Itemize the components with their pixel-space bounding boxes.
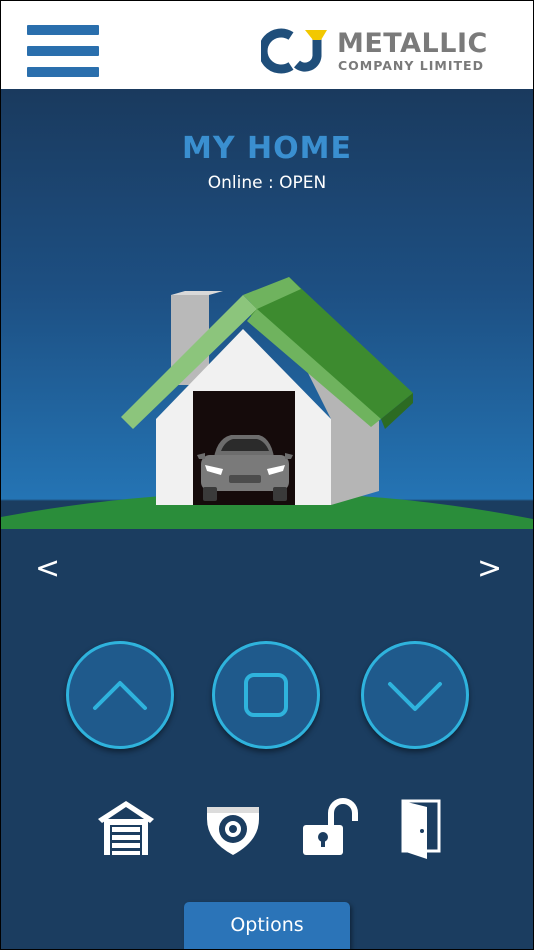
camera-tool-button[interactable] bbox=[203, 797, 263, 859]
home-status: Online : OPEN bbox=[207, 173, 327, 193]
logo-monogram-icon bbox=[258, 28, 327, 74]
top-bar: METALLIC COMPANY LIMITED bbox=[1, 1, 533, 89]
house-illustration bbox=[1, 277, 533, 529]
close-door-button[interactable] bbox=[361, 641, 469, 749]
menu-icon[interactable] bbox=[27, 25, 99, 77]
garage-icon bbox=[98, 801, 154, 855]
options-button[interactable]: Options bbox=[184, 902, 350, 949]
door-tool-button[interactable] bbox=[399, 797, 459, 859]
app-frame: METALLIC COMPANY LIMITED MY HOME Online … bbox=[0, 0, 534, 950]
chevron-up-icon bbox=[93, 681, 147, 710]
home-title: MY HOME bbox=[182, 131, 352, 166]
stop-door-button[interactable] bbox=[212, 641, 320, 749]
unlock-tool-button[interactable] bbox=[301, 797, 361, 859]
logo-subtitle: COMPANY LIMITED bbox=[338, 58, 484, 73]
logo-title: METALLIC bbox=[337, 28, 488, 59]
open-door-button[interactable] bbox=[66, 641, 174, 749]
unlock-icon bbox=[303, 798, 358, 855]
camera-icon bbox=[207, 807, 259, 855]
garage-tool-button[interactable] bbox=[96, 797, 156, 859]
main-panel: MY HOME Online : OPEN < > Options bbox=[1, 89, 533, 949]
door-icon bbox=[401, 799, 441, 859]
next-arrow[interactable]: > bbox=[477, 551, 502, 586]
stop-square-icon bbox=[244, 673, 288, 717]
previous-arrow[interactable]: < bbox=[35, 551, 60, 586]
company-logo: METALLIC COMPANY LIMITED bbox=[258, 26, 491, 76]
chevron-down-icon bbox=[388, 682, 442, 711]
